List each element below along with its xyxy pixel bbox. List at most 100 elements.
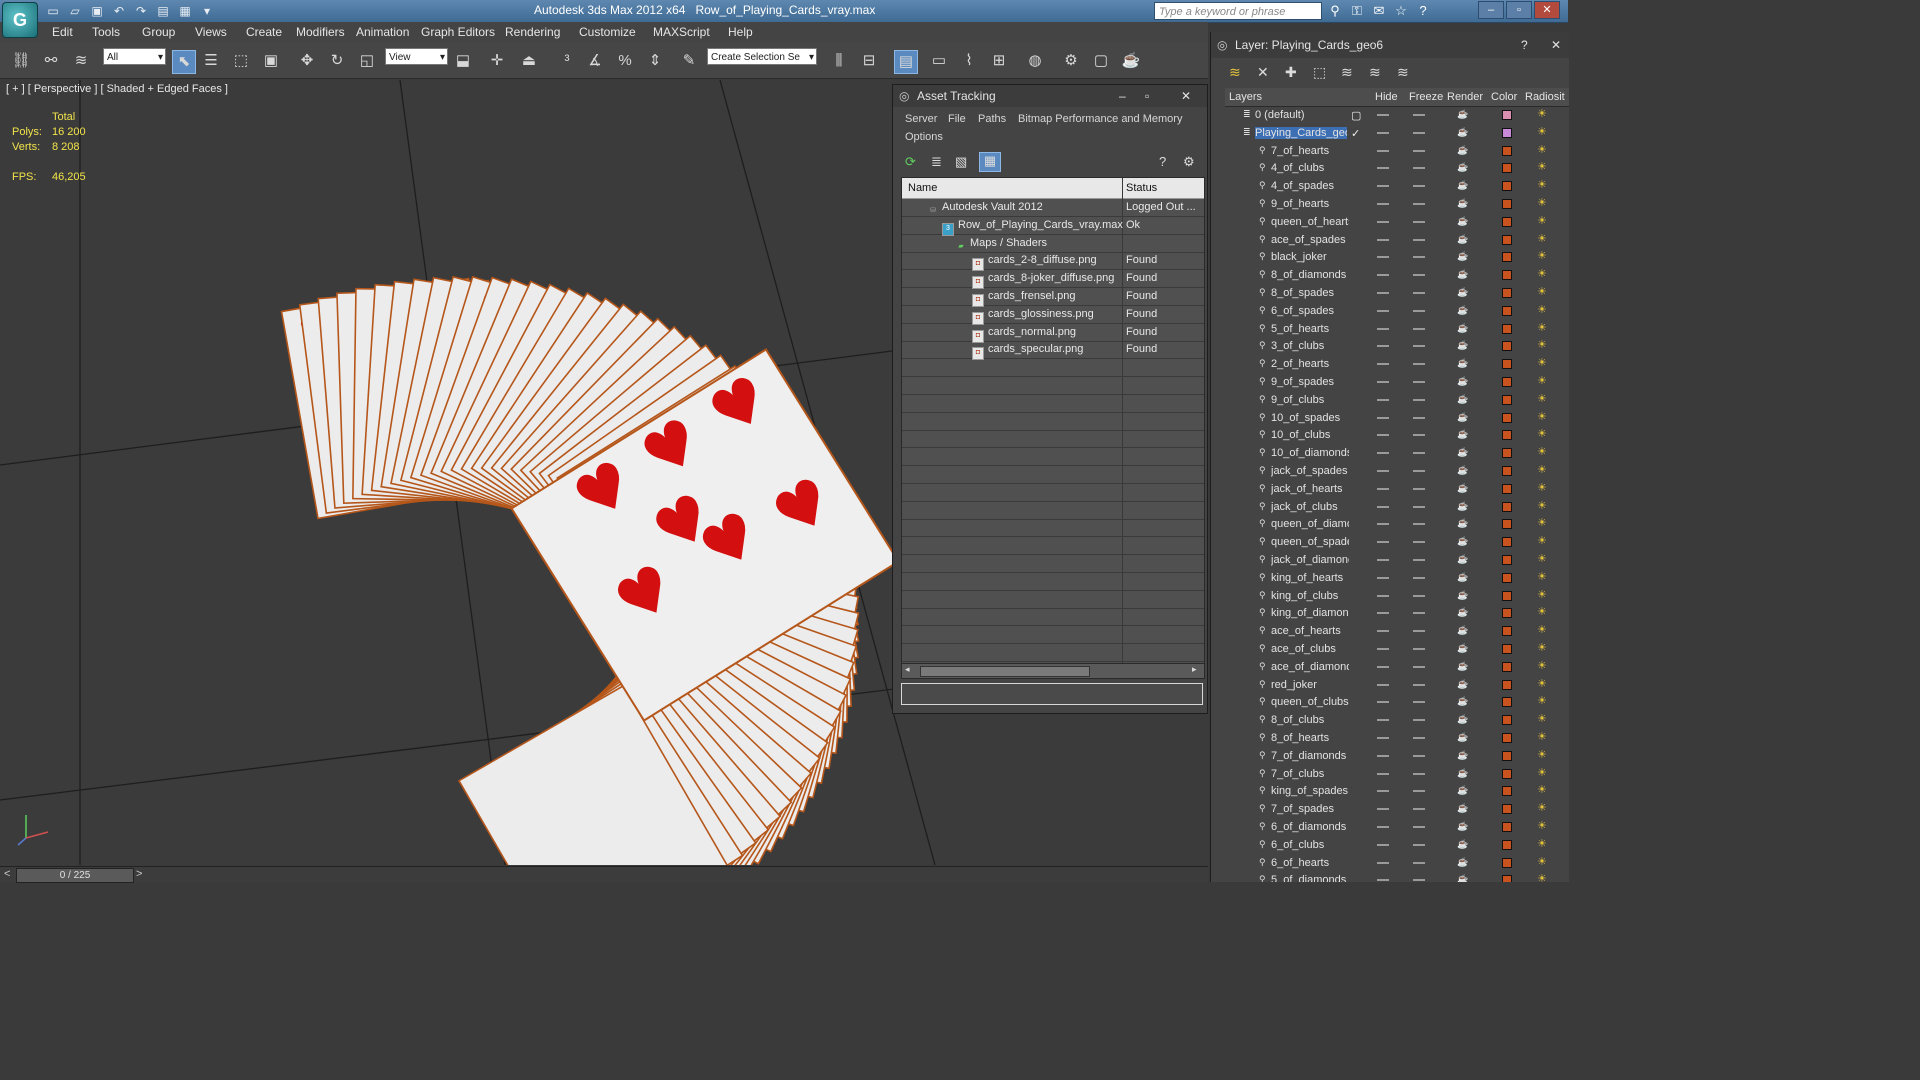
render-teapot-icon[interactable]: ☕ bbox=[1457, 626, 1468, 635]
layer-name[interactable]: 7_of_diamonds bbox=[1271, 750, 1349, 762]
layer-color-swatch[interactable] bbox=[1502, 145, 1512, 156]
layer-row[interactable]: ⚲ black_joker ☕ ☀ bbox=[1225, 248, 1569, 266]
layer-row[interactable]: ⚲ king_of_hearts ☕ ☀ bbox=[1225, 569, 1569, 587]
asset-row[interactable]: 3 Row_of_Playing_Cards_vray.max Ok bbox=[902, 217, 1204, 236]
hide-toggle[interactable] bbox=[1377, 434, 1389, 437]
layer-name[interactable]: 2_of_hearts bbox=[1271, 358, 1349, 370]
menu-modifiers[interactable]: Modifiers bbox=[296, 25, 345, 39]
app-logo[interactable]: G bbox=[2, 2, 38, 38]
render-teapot-icon[interactable]: ☕ bbox=[1457, 590, 1468, 599]
radiosity-icon[interactable]: ☀ bbox=[1537, 571, 1551, 584]
layer-name[interactable]: jack_of_hearts bbox=[1271, 483, 1349, 495]
layer-row[interactable]: ⚲ 3_of_clubs ☕ ☀ bbox=[1225, 337, 1569, 355]
layer-color-swatch[interactable] bbox=[1502, 181, 1512, 192]
freeze-toggle[interactable] bbox=[1413, 185, 1425, 188]
select-and-link-icon[interactable]: ⛓ bbox=[10, 50, 32, 72]
col-radiosity[interactable]: Radiosit bbox=[1525, 91, 1565, 103]
rectangular-selection-icon[interactable]: ⬚ bbox=[230, 50, 252, 72]
save-icon[interactable]: ▣ bbox=[88, 2, 106, 20]
layer-row[interactable]: ⚲ jack_of_hearts ☕ ☀ bbox=[1225, 480, 1569, 498]
radiosity-icon[interactable]: ☀ bbox=[1537, 250, 1551, 263]
radiosity-icon[interactable]: ☀ bbox=[1537, 642, 1551, 655]
layer-row[interactable]: ⚲ 4_of_clubs ☕ ☀ bbox=[1225, 159, 1569, 177]
scroll-right-icon[interactable]: ▸ bbox=[1192, 664, 1197, 675]
radiosity-icon[interactable]: ☀ bbox=[1537, 713, 1551, 726]
radiosity-icon[interactable]: ☀ bbox=[1537, 428, 1551, 441]
hide-toggle[interactable] bbox=[1377, 256, 1389, 259]
layer-row[interactable]: ⚲ 9_of_clubs ☕ ☀ bbox=[1225, 391, 1569, 409]
radiosity-icon[interactable]: ☀ bbox=[1537, 606, 1551, 619]
render-teapot-icon[interactable]: ☕ bbox=[1457, 288, 1468, 297]
col-hide[interactable]: Hide bbox=[1375, 91, 1398, 103]
time-prev-button[interactable]: < bbox=[4, 868, 10, 880]
render-teapot-icon[interactable]: ☕ bbox=[1457, 857, 1468, 866]
layer-name[interactable]: 9_of_spades bbox=[1271, 376, 1349, 388]
layer-row[interactable]: ⚲ red_joker ☕ ☀ bbox=[1225, 676, 1569, 694]
redo-icon[interactable]: ↷ bbox=[132, 2, 150, 20]
freeze-toggle[interactable] bbox=[1413, 594, 1425, 597]
manipulate-icon[interactable]: ✛ bbox=[486, 50, 508, 72]
menu-animation[interactable]: Animation bbox=[356, 25, 409, 39]
layer-row[interactable]: ⚲ 10_of_clubs ☕ ☀ bbox=[1225, 426, 1569, 444]
render-teapot-icon[interactable]: ☕ bbox=[1457, 537, 1468, 546]
layer-color-swatch[interactable] bbox=[1502, 519, 1512, 530]
freeze-toggle[interactable] bbox=[1413, 256, 1425, 259]
layer-row[interactable]: ⚲ 6_of_diamonds ☕ ☀ bbox=[1225, 818, 1569, 836]
hide-toggle[interactable] bbox=[1377, 274, 1389, 277]
menu-customize[interactable]: Customize bbox=[579, 25, 636, 39]
freeze-all-layers-icon[interactable]: ≋ bbox=[1397, 64, 1409, 81]
hide-toggle[interactable] bbox=[1377, 398, 1389, 401]
radiosity-icon[interactable]: ☀ bbox=[1537, 695, 1551, 708]
layer-row[interactable]: ⚲ queen_of_hearts ☕ ☀ bbox=[1225, 213, 1569, 231]
asset-row[interactable]: ◘ cards_8-joker_diffuse.png Found bbox=[902, 270, 1204, 290]
named-selection-set-select[interactable]: Create Selection Se bbox=[707, 48, 817, 66]
hide-toggle[interactable] bbox=[1377, 737, 1389, 739]
render-teapot-icon[interactable]: ☕ bbox=[1457, 608, 1468, 617]
new-file-icon[interactable]: ▭ bbox=[44, 2, 62, 20]
render-teapot-icon[interactable]: ☕ bbox=[1457, 216, 1468, 225]
radiosity-icon[interactable]: ☀ bbox=[1537, 731, 1551, 744]
render-teapot-icon[interactable]: ☕ bbox=[1457, 733, 1468, 742]
hide-toggle[interactable] bbox=[1377, 648, 1389, 650]
asset-row[interactable]: ◘ cards_frensel.png Found bbox=[902, 288, 1204, 307]
material-editor-icon[interactable]: ◍ bbox=[1024, 50, 1046, 72]
layer-color-swatch[interactable] bbox=[1502, 323, 1512, 334]
radiosity-icon[interactable]: ☀ bbox=[1537, 446, 1551, 459]
col-color[interactable]: Color bbox=[1491, 91, 1517, 103]
unlink-icon[interactable]: ⚯ bbox=[40, 50, 62, 72]
layer-color-swatch[interactable] bbox=[1502, 715, 1512, 726]
render-teapot-icon[interactable]: ☕ bbox=[1457, 323, 1468, 332]
angle-snap-icon[interactable]: ∡ bbox=[584, 50, 606, 72]
layer-color-swatch[interactable] bbox=[1502, 394, 1512, 405]
layer-color-swatch[interactable] bbox=[1502, 697, 1512, 708]
curve-editor-icon[interactable]: ⌇ bbox=[958, 50, 980, 72]
freeze-toggle[interactable] bbox=[1413, 505, 1425, 508]
layer-color-swatch[interactable] bbox=[1502, 839, 1512, 850]
radiosity-icon[interactable]: ☀ bbox=[1537, 393, 1551, 406]
freeze-toggle[interactable] bbox=[1413, 345, 1425, 348]
freeze-toggle[interactable] bbox=[1413, 559, 1425, 561]
minimize-button[interactable]: – bbox=[1478, 1, 1504, 19]
menu-views[interactable]: Views bbox=[195, 25, 227, 39]
layer-name[interactable]: queen_of_clubs bbox=[1271, 696, 1349, 708]
scroll-left-icon[interactable]: ◂ bbox=[905, 664, 910, 675]
layer-name[interactable]: 4_of_clubs bbox=[1271, 162, 1349, 174]
graphite-ribbon-icon[interactable]: ▭ bbox=[928, 50, 950, 72]
time-slider[interactable]: 0 / 225 bbox=[16, 868, 134, 883]
layer-name[interactable]: 6_of_clubs bbox=[1271, 839, 1349, 851]
hide-toggle[interactable] bbox=[1377, 559, 1389, 561]
viewport-label[interactable]: [ + ] [ Perspective ] [ Shaded + Edged F… bbox=[6, 83, 228, 95]
layer-color-swatch[interactable] bbox=[1502, 412, 1512, 423]
binoculars-icon[interactable]: ⚲ bbox=[1326, 2, 1344, 20]
quick-access-dropdown-icon[interactable]: ▾ bbox=[198, 2, 216, 20]
hide-toggle[interactable] bbox=[1377, 541, 1389, 544]
radiosity-icon[interactable]: ☀ bbox=[1537, 179, 1551, 192]
layer-row[interactable]: ⚲ 7_of_spades ☕ ☀ bbox=[1225, 800, 1569, 818]
freeze-toggle[interactable] bbox=[1413, 327, 1425, 330]
layer-row[interactable]: ⚲ 6_of_hearts ☕ ☀ bbox=[1225, 854, 1569, 872]
asset-help-icon[interactable]: ? bbox=[1159, 154, 1166, 169]
radiosity-icon[interactable]: ☀ bbox=[1537, 767, 1551, 780]
render-teapot-icon[interactable]: ☕ bbox=[1457, 430, 1468, 439]
layer-color-swatch[interactable] bbox=[1502, 768, 1512, 779]
layer-name[interactable]: 10_of_diamonds bbox=[1271, 447, 1349, 459]
